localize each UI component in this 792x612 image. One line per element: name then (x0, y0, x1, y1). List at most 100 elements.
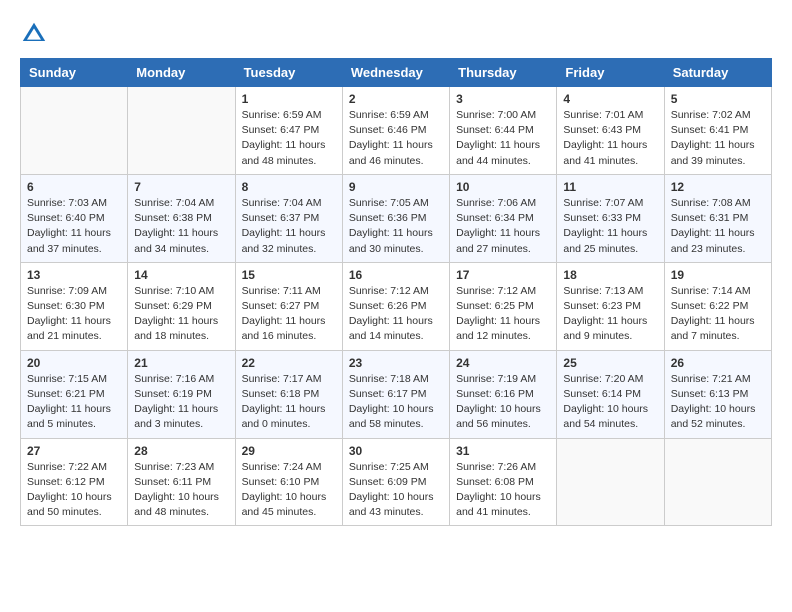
calendar-week-row: 6 Sunrise: 7:03 AM Sunset: 6:40 PM Daylig… (21, 174, 772, 262)
calendar-cell: 8 Sunrise: 7:04 AM Sunset: 6:37 PM Daylig… (235, 174, 342, 262)
day-number: 9 (349, 180, 443, 194)
calendar-cell: 30 Sunrise: 7:25 AM Sunset: 6:09 PM Dayli… (342, 438, 449, 526)
day-info: Sunrise: 7:03 AM Sunset: 6:40 PM Dayligh… (27, 196, 121, 257)
col-header-thursday: Thursday (450, 59, 557, 87)
calendar-cell: 16 Sunrise: 7:12 AM Sunset: 6:26 PM Dayli… (342, 262, 449, 350)
day-info: Sunrise: 7:00 AM Sunset: 6:44 PM Dayligh… (456, 108, 550, 169)
calendar-cell: 22 Sunrise: 7:17 AM Sunset: 6:18 PM Dayli… (235, 350, 342, 438)
day-info: Sunrise: 7:19 AM Sunset: 6:16 PM Dayligh… (456, 372, 550, 433)
calendar-cell: 10Sunrise: 7:06 AM Sunset: 6:34 PM Dayli… (450, 174, 557, 262)
day-info: Sunrise: 7:12 AM Sunset: 6:26 PM Dayligh… (349, 284, 443, 345)
day-number: 19 (671, 268, 765, 282)
day-info: Sunrise: 7:18 AM Sunset: 6:17 PM Dayligh… (349, 372, 443, 433)
day-number: 20 (27, 356, 121, 370)
day-info: Sunrise: 7:24 AM Sunset: 6:10 PM Dayligh… (242, 460, 336, 521)
col-header-wednesday: Wednesday (342, 59, 449, 87)
calendar-header-row: SundayMondayTuesdayWednesdayThursdayFrid… (21, 59, 772, 87)
calendar-cell: 20 Sunrise: 7:15 AM Sunset: 6:21 PM Dayli… (21, 350, 128, 438)
calendar-cell (128, 87, 235, 175)
calendar-week-row: 27 Sunrise: 7:22 AM Sunset: 6:12 PM Dayli… (21, 438, 772, 526)
calendar-cell: 29Sunrise: 7:24 AM Sunset: 6:10 PM Dayli… (235, 438, 342, 526)
calendar-cell: 15 Sunrise: 7:11 AM Sunset: 6:27 PM Dayli… (235, 262, 342, 350)
logo (20, 20, 52, 48)
day-info: Sunrise: 7:04 AM Sunset: 6:37 PM Dayligh… (242, 196, 336, 257)
day-info: Sunrise: 7:12 AM Sunset: 6:25 PM Dayligh… (456, 284, 550, 345)
col-header-tuesday: Tuesday (235, 59, 342, 87)
calendar-cell: 21 Sunrise: 7:16 AM Sunset: 6:19 PM Dayli… (128, 350, 235, 438)
calendar-cell: 14 Sunrise: 7:10 AM Sunset: 6:29 PM Dayli… (128, 262, 235, 350)
calendar-cell: 2 Sunrise: 6:59 AM Sunset: 6:46 PM Daylig… (342, 87, 449, 175)
calendar-cell: 1 Sunrise: 6:59 AM Sunset: 6:47 PM Daylig… (235, 87, 342, 175)
calendar-cell (664, 438, 771, 526)
day-info: Sunrise: 7:26 AM Sunset: 6:08 PM Dayligh… (456, 460, 550, 521)
day-number: 11 (563, 180, 657, 194)
day-number: 13 (27, 268, 121, 282)
day-number: 14 (134, 268, 228, 282)
day-number: 21 (134, 356, 228, 370)
calendar-cell: 26Sunrise: 7:21 AM Sunset: 6:13 PM Dayli… (664, 350, 771, 438)
calendar-week-row: 13 Sunrise: 7:09 AM Sunset: 6:30 PM Dayli… (21, 262, 772, 350)
day-number: 23 (349, 356, 443, 370)
day-info: Sunrise: 7:15 AM Sunset: 6:21 PM Dayligh… (27, 372, 121, 433)
day-info: Sunrise: 7:13 AM Sunset: 6:23 PM Dayligh… (563, 284, 657, 345)
calendar-cell: 25 Sunrise: 7:20 AM Sunset: 6:14 PM Dayli… (557, 350, 664, 438)
calendar-cell: 5Sunrise: 7:02 AM Sunset: 6:41 PM Daylig… (664, 87, 771, 175)
calendar-cell: 13 Sunrise: 7:09 AM Sunset: 6:30 PM Dayli… (21, 262, 128, 350)
day-number: 31 (456, 444, 550, 458)
day-number: 24 (456, 356, 550, 370)
day-info: Sunrise: 7:02 AM Sunset: 6:41 PM Dayligh… (671, 108, 765, 169)
day-info: Sunrise: 7:23 AM Sunset: 6:11 PM Dayligh… (134, 460, 228, 521)
calendar-cell: 3 Sunrise: 7:00 AM Sunset: 6:44 PM Daylig… (450, 87, 557, 175)
day-info: Sunrise: 7:22 AM Sunset: 6:12 PM Dayligh… (27, 460, 121, 521)
day-number: 27 (27, 444, 121, 458)
day-info: Sunrise: 7:25 AM Sunset: 6:09 PM Dayligh… (349, 460, 443, 521)
day-number: 30 (349, 444, 443, 458)
day-info: Sunrise: 7:05 AM Sunset: 6:36 PM Dayligh… (349, 196, 443, 257)
day-info: Sunrise: 7:10 AM Sunset: 6:29 PM Dayligh… (134, 284, 228, 345)
calendar-cell: 7 Sunrise: 7:04 AM Sunset: 6:38 PM Daylig… (128, 174, 235, 262)
day-info: Sunrise: 6:59 AM Sunset: 6:47 PM Dayligh… (242, 108, 336, 169)
day-info: Sunrise: 7:07 AM Sunset: 6:33 PM Dayligh… (563, 196, 657, 257)
calendar-cell: 28Sunrise: 7:23 AM Sunset: 6:11 PM Dayli… (128, 438, 235, 526)
day-info: Sunrise: 7:21 AM Sunset: 6:13 PM Dayligh… (671, 372, 765, 433)
day-info: Sunrise: 7:04 AM Sunset: 6:38 PM Dayligh… (134, 196, 228, 257)
calendar-cell: 18 Sunrise: 7:13 AM Sunset: 6:23 PM Dayli… (557, 262, 664, 350)
day-info: Sunrise: 7:14 AM Sunset: 6:22 PM Dayligh… (671, 284, 765, 345)
day-info: Sunrise: 7:17 AM Sunset: 6:18 PM Dayligh… (242, 372, 336, 433)
calendar-cell (557, 438, 664, 526)
col-header-monday: Monday (128, 59, 235, 87)
day-info: Sunrise: 6:59 AM Sunset: 6:46 PM Dayligh… (349, 108, 443, 169)
day-info: Sunrise: 7:11 AM Sunset: 6:27 PM Dayligh… (242, 284, 336, 345)
day-info: Sunrise: 7:08 AM Sunset: 6:31 PM Dayligh… (671, 196, 765, 257)
day-number: 7 (134, 180, 228, 194)
day-number: 18 (563, 268, 657, 282)
col-header-friday: Friday (557, 59, 664, 87)
calendar-week-row: 20 Sunrise: 7:15 AM Sunset: 6:21 PM Dayli… (21, 350, 772, 438)
calendar-cell: 4 Sunrise: 7:01 AM Sunset: 6:43 PM Daylig… (557, 87, 664, 175)
day-number: 8 (242, 180, 336, 194)
calendar-week-row: 1 Sunrise: 6:59 AM Sunset: 6:47 PM Daylig… (21, 87, 772, 175)
day-number: 16 (349, 268, 443, 282)
day-number: 2 (349, 92, 443, 106)
day-info: Sunrise: 7:09 AM Sunset: 6:30 PM Dayligh… (27, 284, 121, 345)
day-number: 22 (242, 356, 336, 370)
calendar-cell: 23 Sunrise: 7:18 AM Sunset: 6:17 PM Dayli… (342, 350, 449, 438)
day-number: 3 (456, 92, 550, 106)
calendar-cell: 6 Sunrise: 7:03 AM Sunset: 6:40 PM Daylig… (21, 174, 128, 262)
day-number: 6 (27, 180, 121, 194)
day-info: Sunrise: 7:01 AM Sunset: 6:43 PM Dayligh… (563, 108, 657, 169)
day-number: 25 (563, 356, 657, 370)
day-info: Sunrise: 7:20 AM Sunset: 6:14 PM Dayligh… (563, 372, 657, 433)
day-number: 15 (242, 268, 336, 282)
calendar-cell: 31 Sunrise: 7:26 AM Sunset: 6:08 PM Dayli… (450, 438, 557, 526)
calendar-cell: 27 Sunrise: 7:22 AM Sunset: 6:12 PM Dayli… (21, 438, 128, 526)
calendar-cell: 17Sunrise: 7:12 AM Sunset: 6:25 PM Dayli… (450, 262, 557, 350)
day-number: 10 (456, 180, 550, 194)
col-header-saturday: Saturday (664, 59, 771, 87)
day-info: Sunrise: 7:16 AM Sunset: 6:19 PM Dayligh… (134, 372, 228, 433)
day-number: 4 (563, 92, 657, 106)
calendar-cell: 12Sunrise: 7:08 AM Sunset: 6:31 PM Dayli… (664, 174, 771, 262)
calendar-cell: 9 Sunrise: 7:05 AM Sunset: 6:36 PM Daylig… (342, 174, 449, 262)
logo-icon (20, 20, 48, 48)
day-number: 1 (242, 92, 336, 106)
